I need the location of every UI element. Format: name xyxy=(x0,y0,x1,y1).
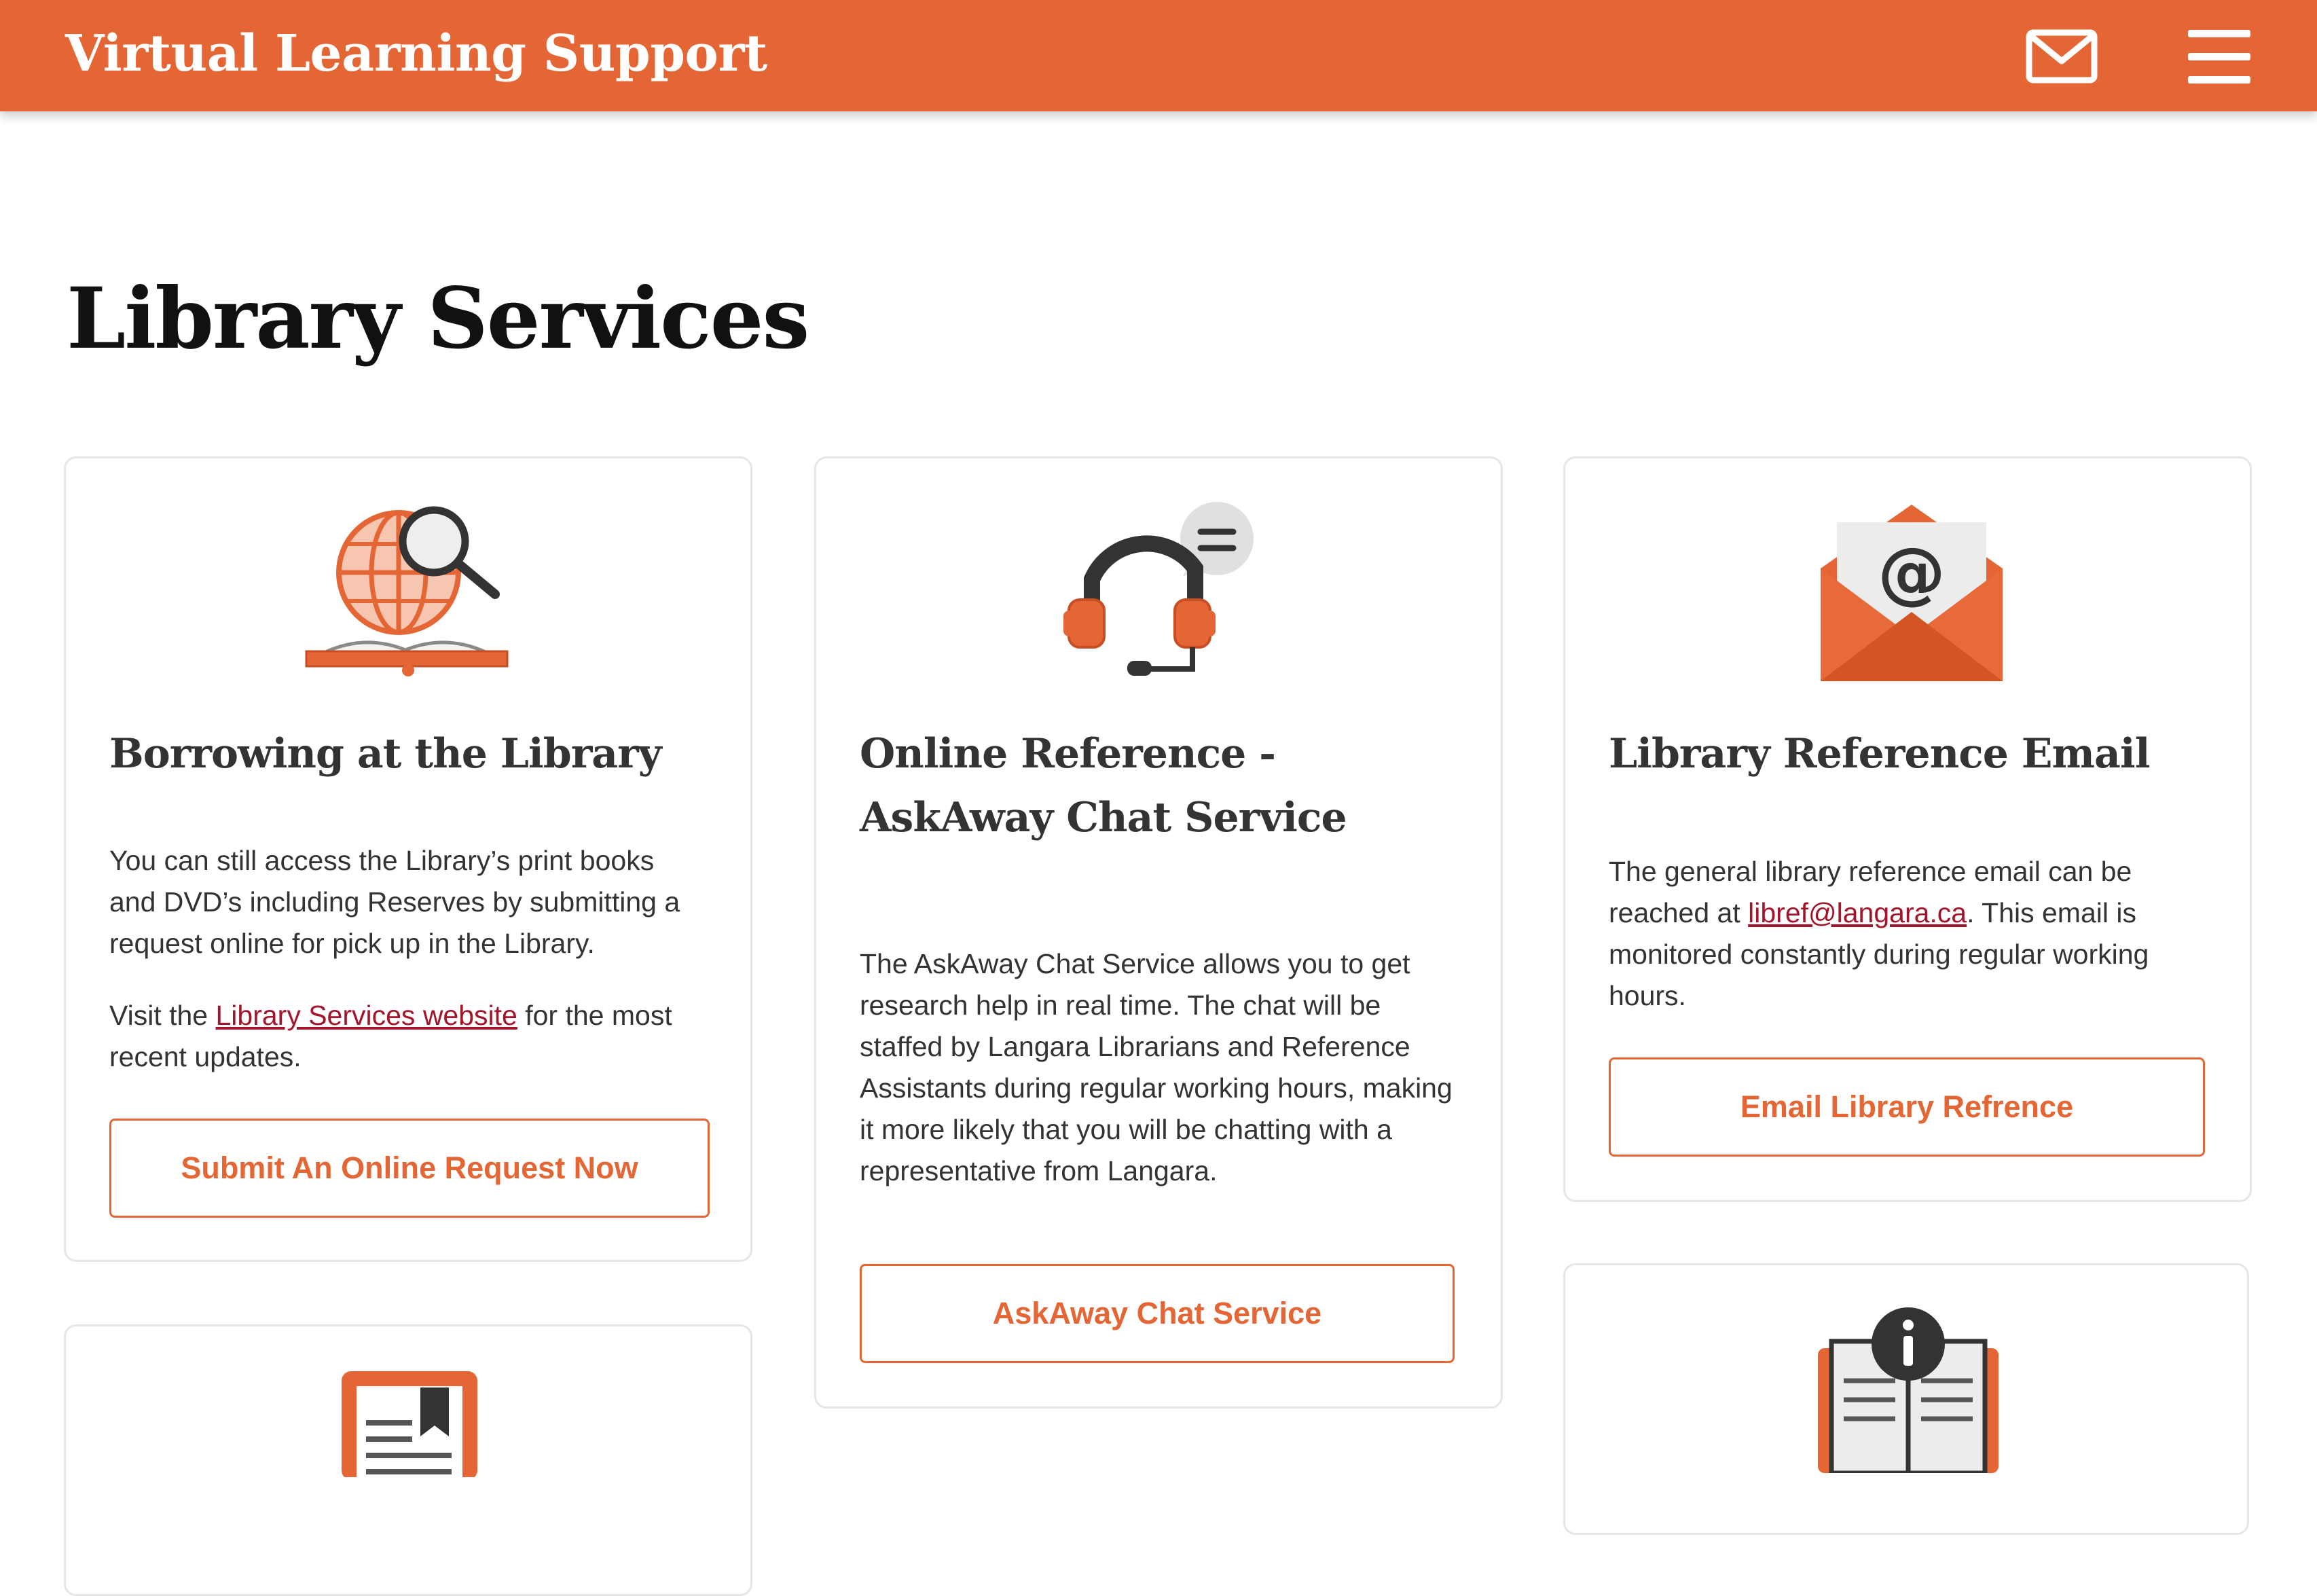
card-title-askaway: Online Reference - AskAway Chat Service xyxy=(860,730,1347,841)
card-askaway: Online Reference - AskAway Chat Service … xyxy=(814,456,1503,1409)
email-library-reference-button[interactable]: Email Library Refrence xyxy=(1609,1057,2205,1157)
menu-button[interactable] xyxy=(2185,26,2253,87)
page-title: Library Services xyxy=(67,270,809,368)
mail-button[interactable] xyxy=(2024,26,2100,87)
card-text-borrowing-1: You can still access the Library’s print… xyxy=(109,845,680,959)
card-text-borrowing-prefix: Visit the xyxy=(109,1000,216,1031)
card-email: @ Library Reference Email The general li… xyxy=(1563,456,2252,1202)
card-text-askaway: The AskAway Chat Service allows you to g… xyxy=(860,948,1453,1186)
card-5 xyxy=(1563,1263,2249,1535)
svg-text:@: @ xyxy=(1878,532,1946,612)
libref-email-link[interactable]: libref@langara.ca xyxy=(1748,897,1967,928)
library-services-website-link[interactable]: Library Services website xyxy=(216,1000,517,1031)
card-borrowing: Borrowing at the Library You can still a… xyxy=(64,456,752,1262)
headset-chat-icon xyxy=(1063,502,1254,676)
card-title-email: Library Reference Email xyxy=(1609,730,2151,778)
book-info-icon xyxy=(1818,1307,1999,1473)
card-title-borrowing: Borrowing at the Library xyxy=(109,730,662,778)
globe-search-book-icon xyxy=(305,506,509,676)
email-envelope-at-icon: @ xyxy=(1821,505,2003,681)
site-title[interactable]: Virtual Learning Support xyxy=(65,16,767,91)
card-text-email: The general library reference email can … xyxy=(1609,851,2206,1017)
document-bookmark-icon xyxy=(342,1371,477,1477)
submit-online-request-button[interactable]: Submit An Online Request Now xyxy=(109,1119,710,1218)
askaway-chat-service-button[interactable]: AskAway Chat Service xyxy=(860,1264,1455,1363)
card-text-borrowing-2: Visit the Library Services website for t… xyxy=(109,995,707,1078)
top-header-bar: Virtual Learning Support xyxy=(0,0,2317,111)
hamburger-menu-icon xyxy=(2188,30,2250,84)
card-4 xyxy=(64,1324,752,1596)
mail-icon xyxy=(2026,29,2098,84)
